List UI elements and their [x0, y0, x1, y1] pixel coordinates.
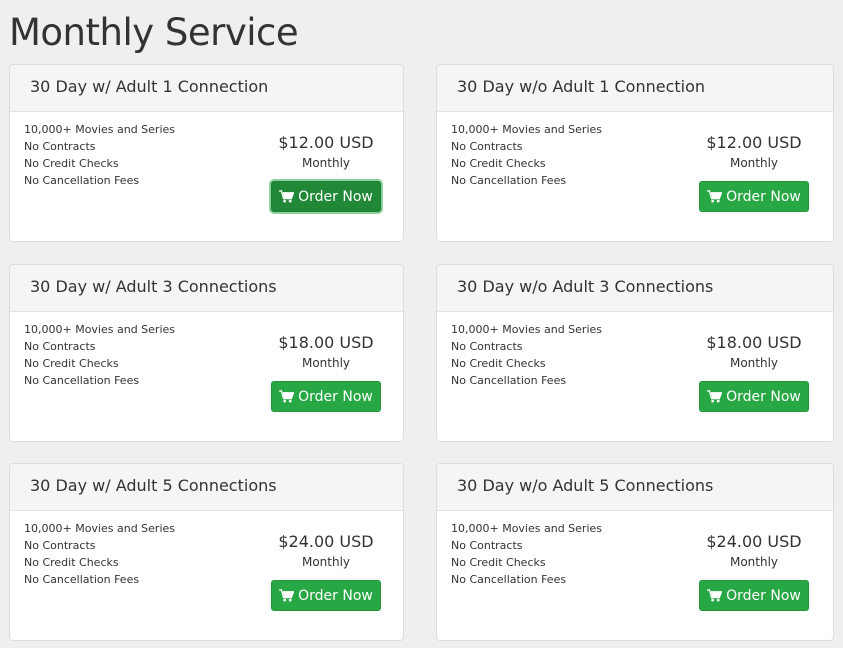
- plan-card: 30 Day w/o Adult 1 Connection 10,000+ Mo…: [436, 64, 834, 242]
- plan-price: $12.00 USD: [266, 133, 386, 153]
- feature-item: No Cancellation Fees: [451, 172, 602, 189]
- feature-item: No Cancellation Fees: [451, 571, 602, 588]
- feature-list: 10,000+ Movies and Series No Contracts N…: [24, 520, 175, 588]
- feature-item: No Contracts: [24, 338, 175, 355]
- feature-item: No Cancellation Fees: [24, 372, 175, 389]
- feature-list: 10,000+ Movies and Series No Contracts N…: [24, 321, 175, 389]
- order-now-label: Order Now: [726, 389, 801, 405]
- order-now-label: Order Now: [298, 588, 373, 604]
- plan-title: 30 Day w/o Adult 5 Connections: [457, 476, 713, 495]
- shopping-cart-icon: [279, 390, 294, 403]
- plan-card: 30 Day w/o Adult 5 Connections 10,000+ M…: [436, 463, 834, 641]
- feature-item: 10,000+ Movies and Series: [451, 520, 602, 537]
- order-now-label: Order Now: [726, 189, 801, 205]
- pricing-block: $18.00 USD Monthly: [694, 333, 814, 371]
- plan-price: $24.00 USD: [694, 532, 814, 552]
- feature-item: No Contracts: [24, 138, 175, 155]
- feature-item: 10,000+ Movies and Series: [24, 520, 175, 537]
- pricing-block: $24.00 USD Monthly: [266, 532, 386, 570]
- feature-item: No Credit Checks: [451, 554, 602, 571]
- feature-item: No Credit Checks: [451, 355, 602, 372]
- order-now-button[interactable]: Order Now: [699, 580, 809, 611]
- feature-item: No Cancellation Fees: [24, 571, 175, 588]
- plan-title: 30 Day w/o Adult 3 Connections: [457, 277, 713, 296]
- feature-list: 10,000+ Movies and Series No Contracts N…: [451, 520, 602, 588]
- plan-card-header: 30 Day w/o Adult 1 Connection: [437, 65, 833, 112]
- feature-item: 10,000+ Movies and Series: [24, 321, 175, 338]
- shopping-cart-icon: [707, 589, 722, 602]
- feature-item: No Credit Checks: [24, 355, 175, 372]
- pricing-block: $12.00 USD Monthly: [266, 133, 386, 171]
- shopping-cart-icon: [279, 190, 294, 203]
- plan-card: 30 Day w/ Adult 5 Connections 10,000+ Mo…: [9, 463, 404, 641]
- feature-item: 10,000+ Movies and Series: [24, 121, 175, 138]
- order-now-label: Order Now: [298, 189, 373, 205]
- feature-list: 10,000+ Movies and Series No Contracts N…: [451, 121, 602, 189]
- feature-list: 10,000+ Movies and Series No Contracts N…: [24, 121, 175, 189]
- order-now-label: Order Now: [726, 588, 801, 604]
- shopping-cart-icon: [707, 190, 722, 203]
- feature-item: No Contracts: [451, 138, 602, 155]
- plan-card: 30 Day w/o Adult 3 Connections 10,000+ M…: [436, 264, 834, 442]
- plan-price: $12.00 USD: [694, 133, 814, 153]
- feature-item: No Cancellation Fees: [451, 372, 602, 389]
- feature-item: No Contracts: [451, 537, 602, 554]
- feature-item: No Contracts: [451, 338, 602, 355]
- plan-card-header: 30 Day w/ Adult 3 Connections: [10, 265, 403, 312]
- plan-price: $18.00 USD: [266, 333, 386, 353]
- order-now-label: Order Now: [298, 389, 373, 405]
- feature-item: No Credit Checks: [24, 155, 175, 172]
- plan-card-header: 30 Day w/o Adult 5 Connections: [437, 464, 833, 511]
- page-title: Monthly Service: [9, 9, 298, 57]
- plan-title: 30 Day w/o Adult 1 Connection: [457, 77, 705, 96]
- plan-card-header: 30 Day w/o Adult 3 Connections: [437, 265, 833, 312]
- billing-cycle: Monthly: [266, 554, 386, 570]
- feature-item: 10,000+ Movies and Series: [451, 121, 602, 138]
- order-now-button[interactable]: Order Now: [271, 381, 381, 412]
- billing-cycle: Monthly: [266, 355, 386, 371]
- pricing-block: $12.00 USD Monthly: [694, 133, 814, 171]
- feature-item: No Cancellation Fees: [24, 172, 175, 189]
- plan-title: 30 Day w/ Adult 1 Connection: [30, 77, 268, 96]
- plan-title: 30 Day w/ Adult 3 Connections: [30, 277, 277, 296]
- shopping-cart-icon: [279, 589, 294, 602]
- billing-cycle: Monthly: [694, 554, 814, 570]
- feature-list: 10,000+ Movies and Series No Contracts N…: [451, 321, 602, 389]
- pricing-block: $18.00 USD Monthly: [266, 333, 386, 371]
- order-now-button[interactable]: Order Now: [699, 181, 809, 212]
- order-now-button[interactable]: Order Now: [699, 381, 809, 412]
- pricing-block: $24.00 USD Monthly: [694, 532, 814, 570]
- order-now-button[interactable]: Order Now: [271, 580, 381, 611]
- plan-card-header: 30 Day w/ Adult 1 Connection: [10, 65, 403, 112]
- order-now-button[interactable]: Order Now: [271, 181, 381, 212]
- billing-cycle: Monthly: [694, 155, 814, 171]
- feature-item: No Contracts: [24, 537, 175, 554]
- billing-cycle: Monthly: [694, 355, 814, 371]
- feature-item: No Credit Checks: [24, 554, 175, 571]
- shopping-cart-icon: [707, 390, 722, 403]
- billing-cycle: Monthly: [266, 155, 386, 171]
- plan-price: $18.00 USD: [694, 333, 814, 353]
- plan-card-header: 30 Day w/ Adult 5 Connections: [10, 464, 403, 511]
- feature-item: No Credit Checks: [451, 155, 602, 172]
- plan-card: 30 Day w/ Adult 1 Connection 10,000+ Mov…: [9, 64, 404, 242]
- plan-title: 30 Day w/ Adult 5 Connections: [30, 476, 277, 495]
- plan-price: $24.00 USD: [266, 532, 386, 552]
- feature-item: 10,000+ Movies and Series: [451, 321, 602, 338]
- plan-card: 30 Day w/ Adult 3 Connections 10,000+ Mo…: [9, 264, 404, 442]
